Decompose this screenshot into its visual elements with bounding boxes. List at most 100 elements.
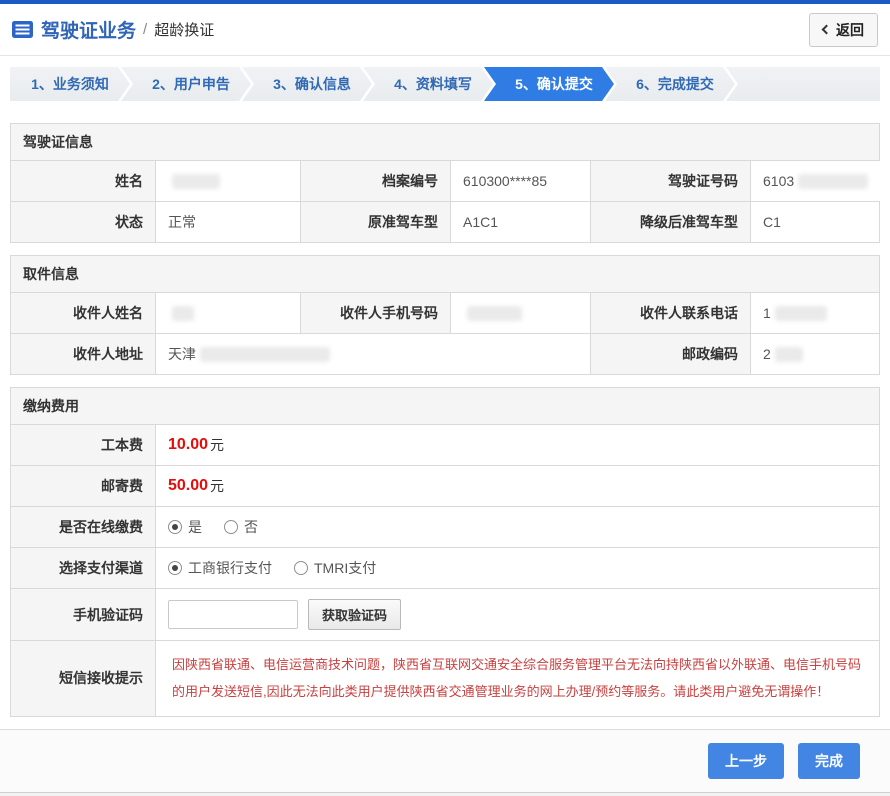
license-number-text: 6103 [763,173,794,189]
work-fee-amount: 10.00 [168,436,208,454]
page-header: 驾驶证业务 / 超龄换证 返回 [0,4,890,56]
sms-tip-text: 因陕西省联通、电信运营商技术问题，陕西省互联网交通安全综合服务管理平台无法向持陕… [172,651,863,706]
breadcrumb: 驾驶证业务 / 超龄换证 [12,16,214,43]
get-code-button[interactable]: 获取验证码 [308,599,401,630]
original-class-value: A1C1 [451,202,591,242]
downgraded-class-label: 降级后准驾车型 [591,202,751,242]
pay-channel-label: 选择支付渠道 [11,548,156,588]
recipient-phone-label: 收件人联系电话 [591,293,751,333]
pay-channel-options: 工商银行支付 TMRI支付 [156,548,879,588]
name-label: 姓名 [11,161,156,201]
step-label: 2、用户申告 [152,74,230,94]
step-progress-bar: 1、业务须知 2、用户申告 3、确认信息 4、资料填写 5、确认提交 6、完成提… [10,67,880,101]
wizard-footer: 上一步 完成 [0,729,890,792]
table-row: 收件人地址 天津 邮政编码 2 [11,334,879,374]
online-pay-no-label: 否 [244,517,258,537]
step-1-business-notice: 1、业务须知 [10,67,130,101]
postal-code-label: 邮政编码 [591,334,751,374]
redacted-blur [798,174,868,189]
work-fee-value: 10.00 元 [156,425,879,465]
redacted-blur [775,306,827,321]
step-label: 6、完成提交 [636,74,714,94]
radio-selected-icon[interactable] [168,561,182,575]
step-4-fill-materials: 4、资料填写 [363,67,493,101]
channel-icbc-label: 工商银行支付 [188,558,272,578]
channel-icbc-option[interactable]: 工商银行支付 [168,558,272,578]
back-button-label: 返回 [836,20,864,40]
step-label: 4、资料填写 [394,74,472,94]
table-row: 是否在线缴费 是 否 [11,507,879,548]
sms-code-field: 获取验证码 [156,589,879,640]
sms-tip-cell: 因陕西省联通、电信运营商技术问题，陕西省互联网交通安全综合服务管理平台无法向持陕… [156,641,879,716]
radio-selected-icon[interactable] [168,520,182,534]
channel-tmri-option[interactable]: TMRI支付 [294,558,376,578]
recipient-name-value [156,293,301,333]
recipient-address-value: 天津 [156,334,591,374]
radio-unselected-icon[interactable] [294,561,308,575]
radio-unselected-icon[interactable] [224,520,238,534]
step-label: 5、确认提交 [515,74,593,94]
mail-fee-label: 邮寄费 [11,466,156,506]
original-class-label: 原准驾车型 [301,202,451,242]
recipient-name-label: 收件人姓名 [11,293,156,333]
breadcrumb-current: 超龄换证 [154,19,214,40]
work-fee-unit: 元 [210,435,224,455]
page-title: 驾驶证业务 [41,16,136,43]
recipient-mobile-label: 收件人手机号码 [301,293,451,333]
recipient-mobile-value [451,293,591,333]
postal-code-value: 2 [751,334,879,374]
table-row: 收件人姓名 收件人手机号码 收件人联系电话 1 [11,293,879,334]
pickup-info-section: 取件信息 收件人姓名 收件人手机号码 收件人联系电话 1 收件人地址 天津 邮政… [10,255,880,375]
status-value: 正常 [156,202,301,242]
channel-tmri-label: TMRI支付 [314,558,376,578]
step-bar-filler [726,67,880,101]
table-row: 状态 正常 原准驾车型 A1C1 降级后准驾车型 C1 [11,202,879,242]
online-pay-yes-label: 是 [188,517,202,537]
online-pay-no-option[interactable]: 否 [224,517,258,537]
file-number-value: 610300****85 [451,161,591,201]
payment-section-title: 缴纳费用 [11,388,879,425]
postal-code-text: 2 [763,346,771,362]
online-pay-options: 是 否 [156,507,879,547]
step-label: 1、业务须知 [31,74,109,94]
mail-fee-value: 50.00 元 [156,466,879,506]
sms-tip-label: 短信接收提示 [11,641,156,716]
recipient-address-text: 天津 [168,344,196,364]
table-row: 邮寄费 50.00 元 [11,466,879,507]
redacted-blur [172,174,220,189]
file-number-label: 档案编号 [301,161,451,201]
mail-fee-unit: 元 [210,476,224,496]
license-info-section-title: 驾驶证信息 [11,124,879,161]
license-number-label: 驾驶证号码 [591,161,751,201]
previous-step-button[interactable]: 上一步 [708,743,784,779]
finish-button[interactable]: 完成 [798,743,860,779]
redacted-blur [467,306,522,321]
online-pay-yes-option[interactable]: 是 [168,517,202,537]
sms-code-input[interactable] [168,600,298,629]
recipient-address-label: 收件人地址 [11,334,156,374]
license-services-icon [12,21,33,38]
table-row: 工本费 10.00 元 [11,425,879,466]
sms-code-label: 手机验证码 [11,589,156,640]
license-info-section: 驾驶证信息 姓名 档案编号 610300****85 驾驶证号码 6103 状态… [10,123,880,243]
step-6-complete-submit: 6、完成提交 [605,67,735,101]
table-row: 手机验证码 获取验证码 [11,589,879,641]
name-value [156,161,301,201]
online-pay-label: 是否在线缴费 [11,507,156,547]
pickup-info-section-title: 取件信息 [11,256,879,293]
table-row: 选择支付渠道 工商银行支付 TMRI支付 [11,548,879,589]
step-2-user-declaration: 2、用户申告 [121,67,251,101]
redacted-blur [172,306,194,321]
status-label: 状态 [11,202,156,242]
back-button[interactable]: 返回 [809,13,878,47]
redacted-blur [200,347,330,362]
breadcrumb-separator: / [143,21,147,38]
step-3-confirm-info: 3、确认信息 [242,67,372,101]
mail-fee-amount: 50.00 [168,477,208,495]
recipient-phone-text: 1 [763,305,771,321]
payment-section: 缴纳费用 工本费 10.00 元 邮寄费 50.00 元 是否在线缴费 是 否 … [10,387,880,717]
page-bottom-edge [0,792,890,796]
table-row: 姓名 档案编号 610300****85 驾驶证号码 6103 [11,161,879,202]
step-label: 3、确认信息 [273,74,351,94]
work-fee-label: 工本费 [11,425,156,465]
